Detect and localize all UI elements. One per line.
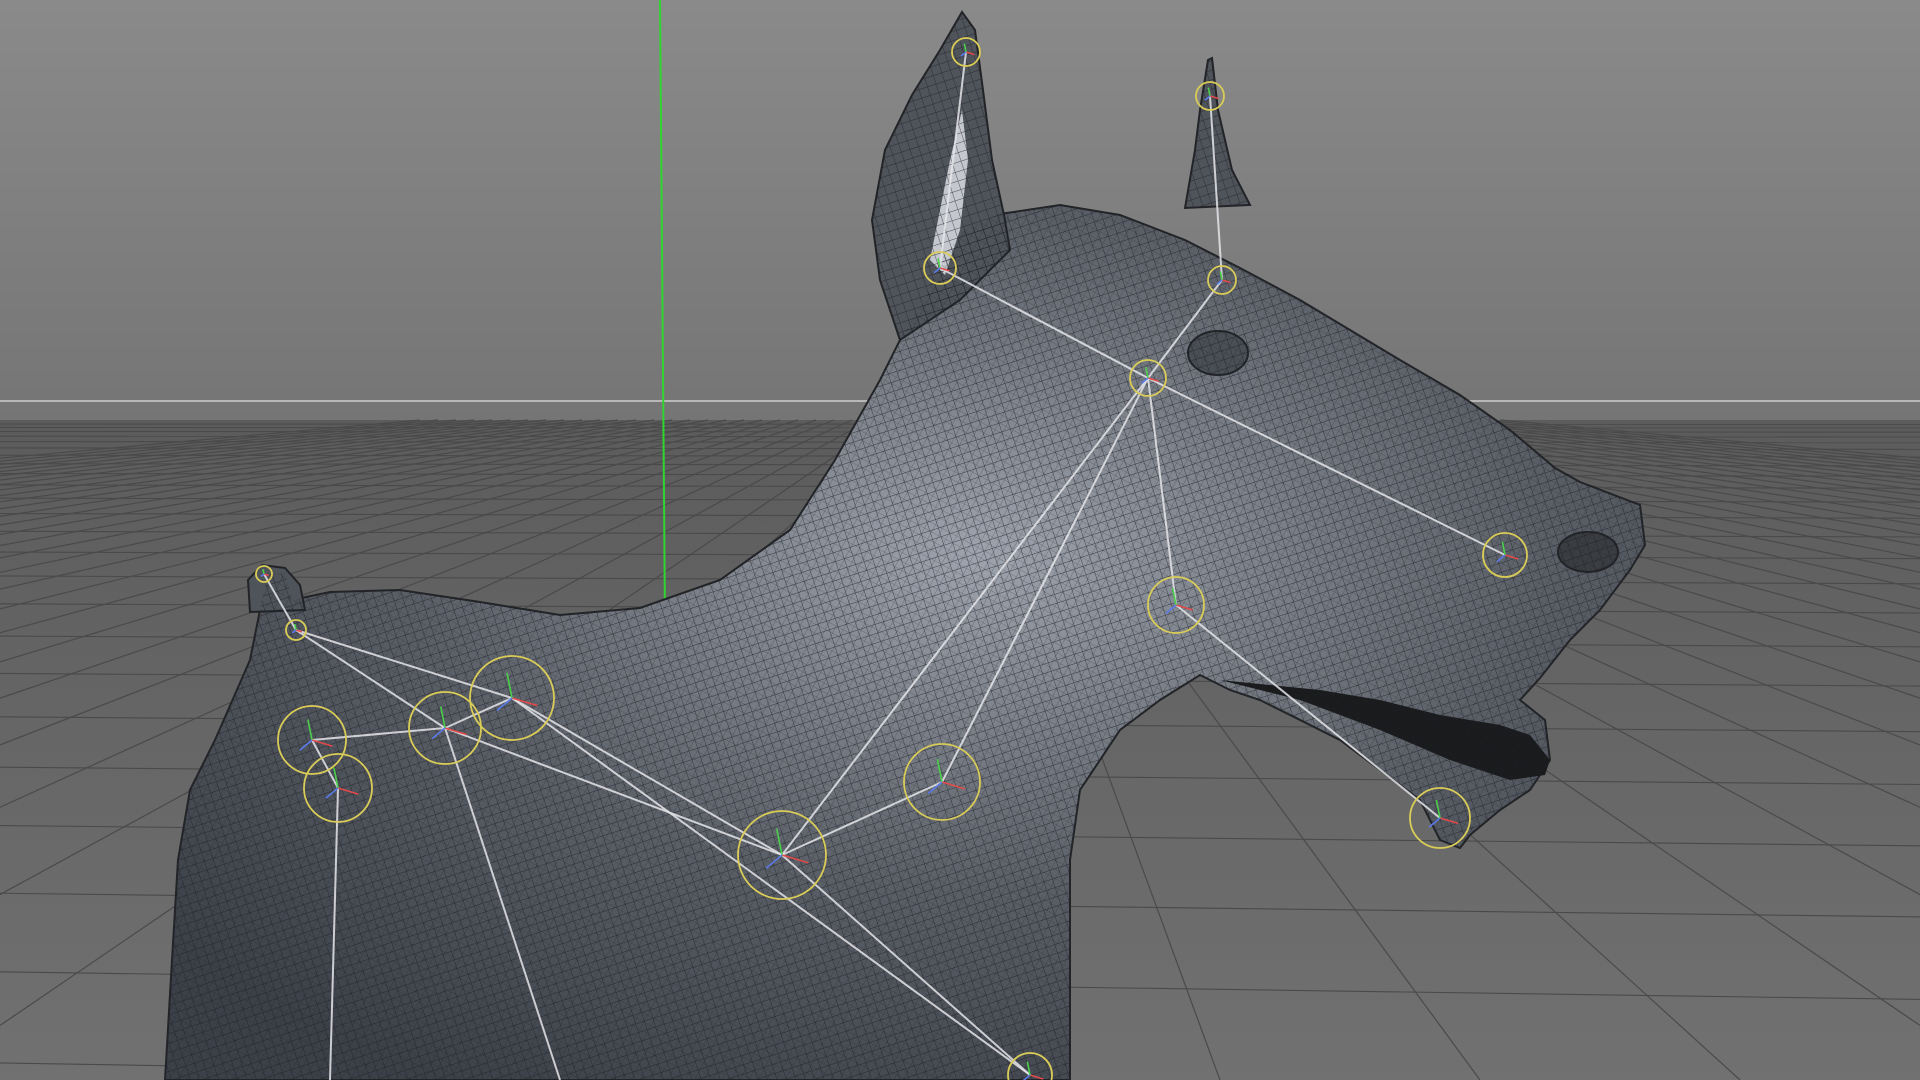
viewport-canvas[interactable] [0, 0, 1920, 1080]
axis-y [262, 569, 265, 575]
3d-viewport[interactable] [0, 0, 1920, 1080]
